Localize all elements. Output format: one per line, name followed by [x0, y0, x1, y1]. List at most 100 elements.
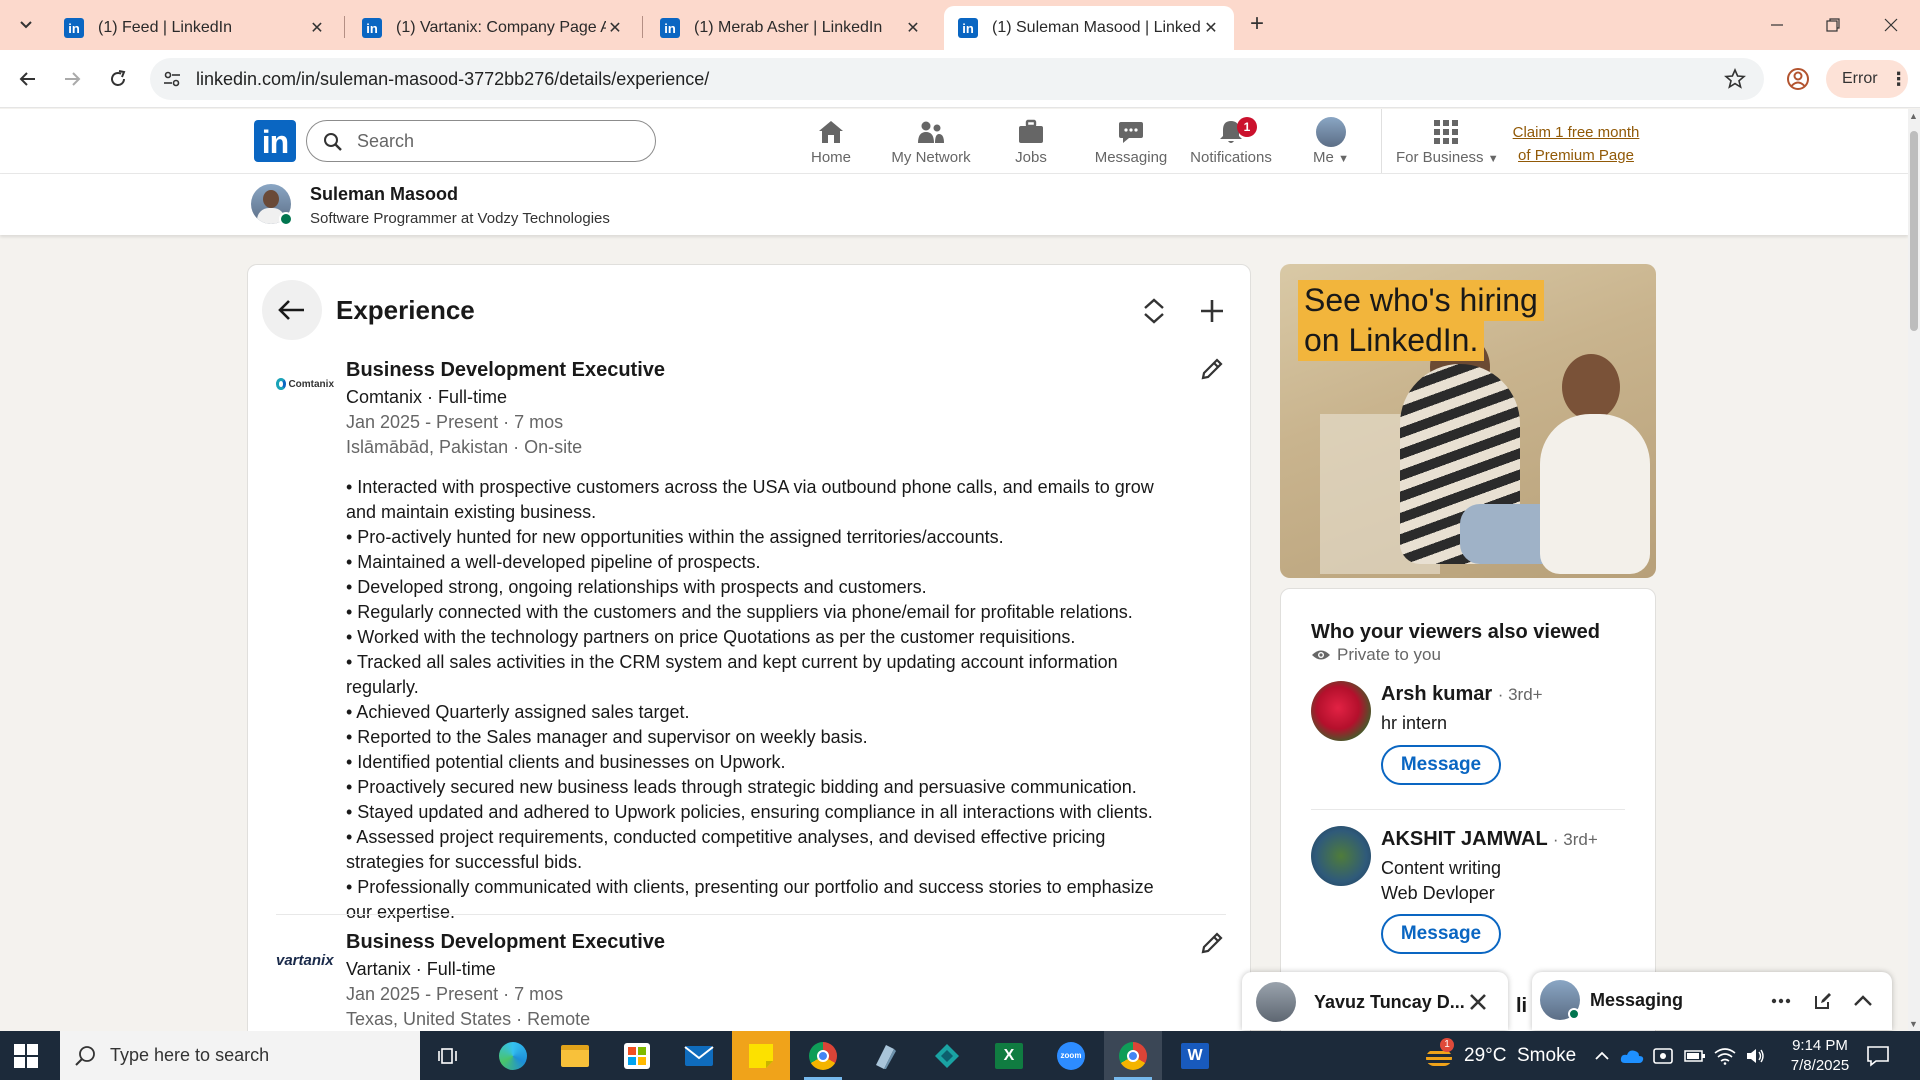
task-view-icon	[438, 1047, 457, 1064]
task-view-button[interactable]	[420, 1031, 478, 1080]
browser-tab-strip: in (1) Feed | LinkedIn ✕ in (1) Vartanix…	[0, 0, 1920, 50]
edit-experience-button[interactable]	[1192, 349, 1232, 389]
notifications-count-badge: 1	[1237, 117, 1257, 137]
taskbar-store[interactable]	[608, 1031, 666, 1080]
browser-profile-icon[interactable]	[1782, 63, 1814, 95]
search-input[interactable]	[357, 129, 637, 153]
minimized-conversation[interactable]: Yavuz Tuncay D...	[1242, 972, 1508, 1030]
taskbar-excel[interactable]: X	[980, 1031, 1038, 1080]
taskbar-app[interactable]	[856, 1031, 914, 1080]
job-title[interactable]: Business Development Executive	[346, 359, 665, 382]
nav-my-network[interactable]: My Network	[881, 117, 981, 169]
nav-for-business[interactable]: For Business ▼	[1396, 117, 1499, 169]
nav-me[interactable]: Me ▼	[1281, 117, 1381, 169]
browser-tab-vartanix[interactable]: in (1) Vartanix: Company Page Ad ✕	[348, 6, 638, 50]
show-hidden-icons-button[interactable]	[1594, 1031, 1610, 1080]
nav-notifications-label: Notifications	[1190, 149, 1272, 166]
tab-close-icon[interactable]: ✕	[904, 18, 922, 38]
tab-close-icon[interactable]: ✕	[1202, 18, 1220, 38]
messaging-options-button[interactable]	[1768, 988, 1794, 1014]
bookmark-star-icon[interactable]	[1724, 68, 1746, 90]
more-menu-icon: ⋮	[1889, 68, 1908, 89]
site-settings-icon[interactable]	[162, 69, 182, 89]
address-bar[interactable]: linkedin.com/in/suleman-masood-3772bb276…	[150, 58, 1764, 100]
forward-button[interactable]	[56, 63, 88, 95]
expand-messaging-button[interactable]	[1850, 988, 1876, 1014]
person-name[interactable]: Arsh kumar · 3rd+	[1381, 683, 1543, 706]
nav-notifications[interactable]: 1 Notifications	[1181, 117, 1281, 169]
taskbar-sticky-notes[interactable]	[732, 1031, 790, 1080]
window-restore-button[interactable]	[1810, 8, 1856, 42]
window-minimize-button[interactable]	[1754, 8, 1800, 42]
browser-tab-suleman-active[interactable]: in (1) Suleman Masood | LinkedIn ✕	[944, 6, 1234, 50]
scroll-down-arrow-icon[interactable]: ▼	[1909, 1019, 1918, 1029]
company-logo[interactable]: vartanix	[276, 945, 334, 975]
taskbar-file-explorer[interactable]	[546, 1031, 604, 1080]
page-scrollbar[interactable]: ▲ ▼	[1908, 109, 1920, 1031]
nav-jobs[interactable]: Jobs	[981, 117, 1081, 169]
description-line: • Regularly connected with the customers…	[346, 602, 1133, 622]
compose-message-button[interactable]	[1810, 988, 1836, 1014]
scrollbar-thumb[interactable]	[1910, 131, 1918, 331]
card-title: Who your viewers also viewed	[1311, 621, 1600, 643]
nav-messaging[interactable]: Messaging	[1081, 117, 1181, 169]
premium-offer-link[interactable]: Claim 1 free month of Premium Page	[1506, 121, 1646, 167]
messaging-title: Messaging	[1590, 990, 1684, 1010]
taskbar-chrome[interactable]	[794, 1031, 852, 1080]
tab-title: (1) Merab Asher | LinkedIn	[694, 19, 883, 36]
taskbar-search-box[interactable]: Type here to search	[60, 1031, 420, 1080]
taskbar-word[interactable]: W	[1166, 1031, 1224, 1080]
new-tab-button[interactable]: +	[1243, 11, 1271, 39]
browser-tab-feed[interactable]: in (1) Feed | LinkedIn ✕	[50, 6, 340, 50]
taskbar-search-placeholder: Type here to search	[110, 1045, 270, 1065]
notification-center-button[interactable]	[1866, 1031, 1890, 1080]
tab-close-icon[interactable]: ✕	[308, 18, 326, 38]
hiring-ad-banner[interactable]: See who's hiring on LinkedIn.	[1280, 264, 1656, 578]
linkedin-logo[interactable]: in	[254, 120, 296, 162]
taskbar-zoom[interactable]: zoom	[1042, 1031, 1100, 1080]
volume-tray[interactable]	[1746, 1031, 1766, 1080]
job-description: • Interacted with prospective customers …	[346, 475, 1176, 925]
tab-search-button[interactable]	[8, 8, 44, 42]
taskbar-edge[interactable]	[484, 1031, 542, 1080]
nav-home[interactable]: Home	[781, 117, 881, 169]
nav-business-label: For Business ▼	[1396, 149, 1499, 166]
taskbar-chrome-active[interactable]	[1104, 1031, 1162, 1080]
reorder-button[interactable]	[1134, 291, 1174, 331]
onedrive-tray[interactable]	[1620, 1031, 1644, 1080]
company-logo[interactable]: Comtanix	[276, 369, 334, 399]
reload-button[interactable]	[102, 63, 134, 95]
person-name[interactable]: AKSHIT JAMWAL · 3rd+	[1381, 828, 1598, 851]
back-to-profile-button[interactable]	[262, 280, 322, 340]
messaging-overlay[interactable]: Messaging	[1532, 972, 1892, 1030]
close-conversation-button[interactable]	[1464, 988, 1492, 1016]
search-box[interactable]	[306, 120, 656, 162]
weather-widget[interactable]: 1 29°C Smoke	[1424, 1031, 1576, 1080]
add-experience-button[interactable]	[1192, 291, 1232, 331]
profile-error-button[interactable]: Error ⋮	[1826, 60, 1908, 98]
scroll-up-arrow-icon[interactable]: ▲	[1909, 111, 1918, 121]
edit-experience-button[interactable]	[1192, 923, 1232, 963]
window-close-button[interactable]	[1868, 8, 1914, 42]
back-button[interactable]	[12, 63, 44, 95]
network-tray[interactable]	[1714, 1031, 1736, 1080]
tab-title: (1) Feed | LinkedIn	[98, 19, 233, 36]
battery-tray[interactable]	[1684, 1031, 1706, 1080]
description-line: • Stayed updated and adhered to Upwork p…	[346, 802, 1153, 822]
taskbar-mail[interactable]	[670, 1031, 728, 1080]
person-avatar[interactable]	[1311, 826, 1371, 886]
person-avatar[interactable]	[1311, 681, 1371, 741]
taskbar-app[interactable]	[918, 1031, 976, 1080]
pencil-icon	[1201, 358, 1223, 380]
action-center-icon	[1867, 1045, 1889, 1067]
windows-start-icon[interactable]	[14, 1044, 38, 1068]
ad-headline-line-1: See who's hiring	[1298, 280, 1544, 321]
browser-tab-merab[interactable]: in (1) Merab Asher | LinkedIn ✕	[646, 6, 936, 50]
job-title[interactable]: Business Development Executive	[346, 931, 665, 954]
message-button[interactable]: Message	[1381, 914, 1501, 954]
message-button[interactable]: Message	[1381, 745, 1501, 785]
plus-icon	[1201, 300, 1223, 322]
meet-now-tray[interactable]	[1652, 1031, 1674, 1080]
tab-close-icon[interactable]: ✕	[606, 18, 624, 38]
system-clock[interactable]: 9:14 PM 7/8/2025	[1772, 1036, 1868, 1076]
